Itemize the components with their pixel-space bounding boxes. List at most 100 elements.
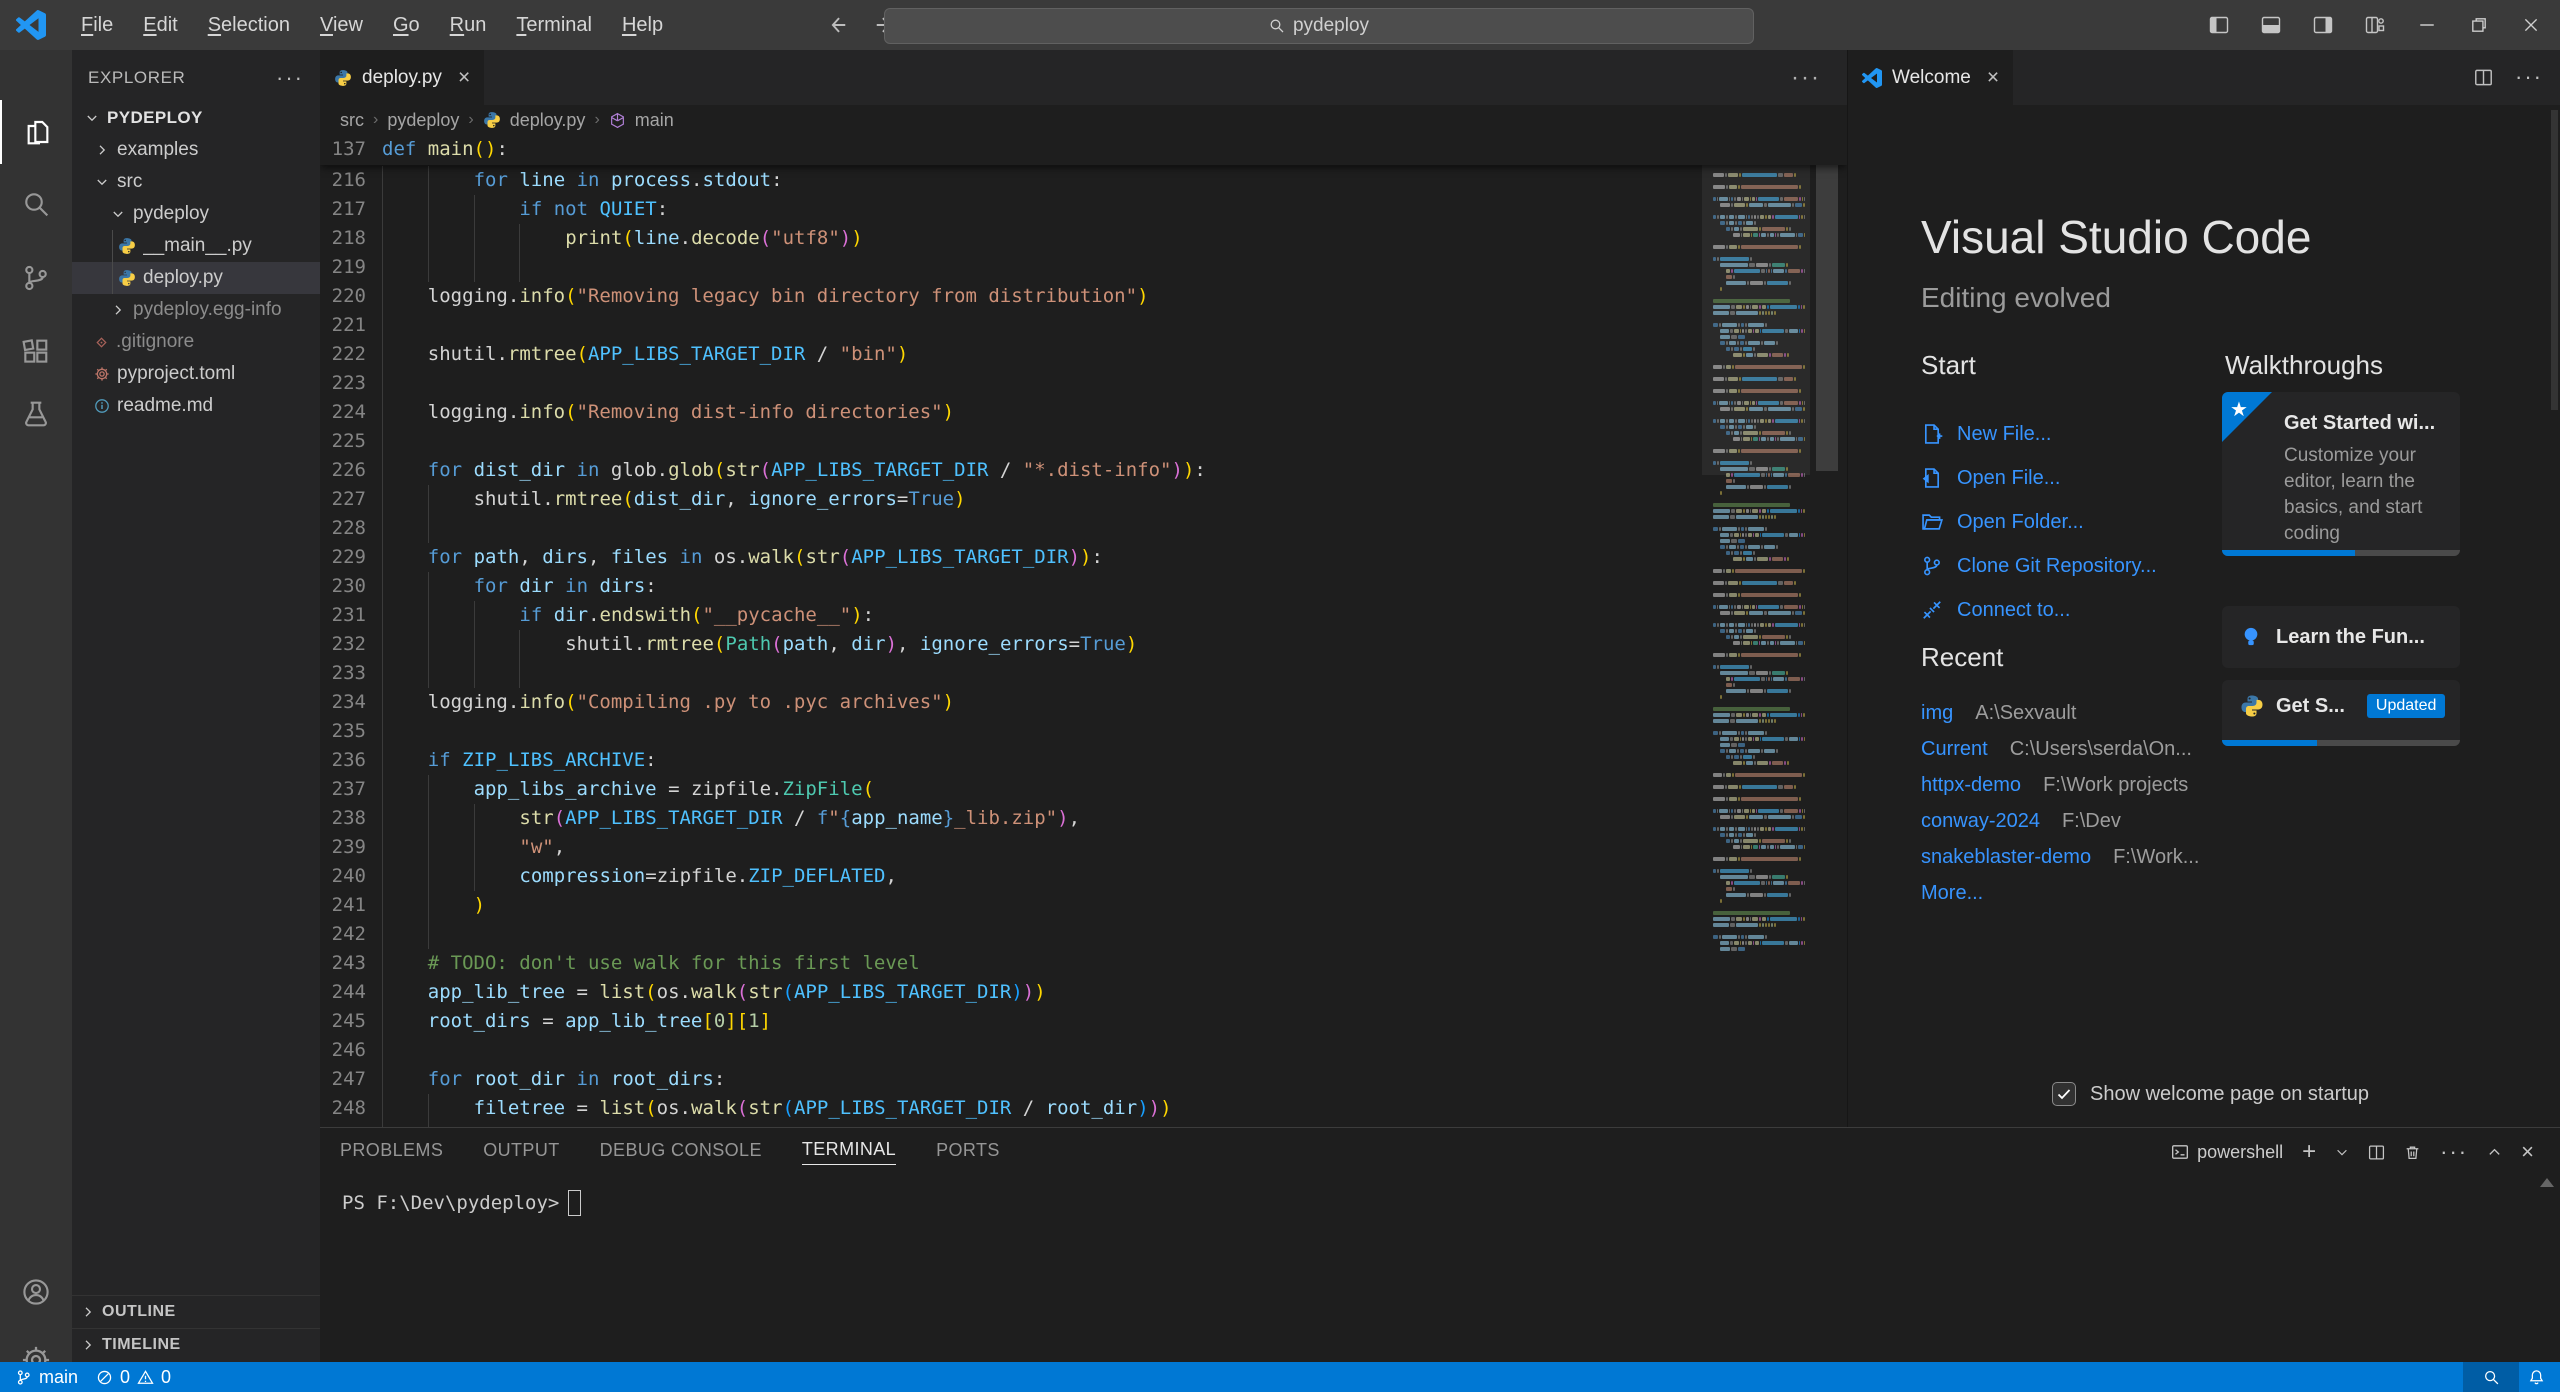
bell-icon xyxy=(2528,1369,2545,1386)
recent-httpx-demo[interactable]: httpx-demoF:\Work projects xyxy=(1921,767,2199,803)
search-activity-icon[interactable] xyxy=(0,172,72,236)
python-file-icon xyxy=(483,111,501,129)
tree-item-readme-md[interactable]: readme.md xyxy=(72,390,342,422)
errors-count: 0 xyxy=(120,1367,130,1388)
more-actions-icon[interactable]: ··· xyxy=(2515,64,2543,90)
start-connect-to[interactable]: Connect to... xyxy=(1921,588,2157,632)
screencast-zoom-item[interactable] xyxy=(2463,1362,2519,1392)
terminal-prompt-line[interactable]: PS F:\Dev\pydeploy> xyxy=(342,1190,581,1216)
branch-status-item[interactable]: main xyxy=(6,1362,87,1392)
breadcrumb-item-main[interactable]: main xyxy=(635,110,674,131)
breadcrumb[interactable]: src›pydeploy›deploy.py›main xyxy=(340,105,674,135)
menu-view[interactable]: View xyxy=(307,10,376,41)
menu-terminal[interactable]: Terminal xyxy=(503,10,605,41)
tree-item-pydeploy-egg-info[interactable]: pydeploy.egg-info xyxy=(72,294,358,326)
terminal-shell-item[interactable]: powershell xyxy=(2171,1142,2283,1163)
tree-item-pydeploy[interactable]: pydeploy xyxy=(72,198,358,230)
start-new-file[interactable]: New File... xyxy=(1921,412,2157,456)
minimize-icon[interactable] xyxy=(2406,5,2448,45)
menu-file[interactable]: File xyxy=(68,10,126,41)
explorer-more-icon[interactable]: ··· xyxy=(276,65,304,91)
code-line-233: 233 xyxy=(320,659,1847,688)
close-window-icon[interactable] xyxy=(2510,5,2552,45)
code-line-223: 223 xyxy=(320,369,1847,398)
code-line-228: 228 xyxy=(320,514,1847,543)
extensions-activity-icon[interactable] xyxy=(0,320,72,384)
breadcrumb-item-pydeploy[interactable]: pydeploy xyxy=(387,110,459,131)
back-icon[interactable] xyxy=(826,14,848,36)
start-open-folder[interactable]: Open Folder... xyxy=(1921,500,2157,544)
notifications-item[interactable] xyxy=(2519,1362,2554,1392)
code-line-244: 244app_lib_tree = list(os.walk(str(APP_L… xyxy=(320,978,1847,1007)
start-open-file[interactable]: Open File... xyxy=(1921,456,2157,500)
walkthrough-card-get-started-python[interactable]: Get S... Updated xyxy=(2222,680,2460,746)
menu-help[interactable]: Help xyxy=(609,10,676,41)
problems-status-item[interactable]: 0 0 xyxy=(87,1362,180,1392)
section-outline[interactable]: OUTLINE xyxy=(72,1295,320,1328)
code-editor[interactable]: 216for line in process.stdout:217if not … xyxy=(320,135,1847,1127)
recent-img[interactable]: imgA:\Sexvault xyxy=(1921,695,2199,731)
menu-go[interactable]: Go xyxy=(380,10,433,41)
terminal-prompt: PS F:\Dev\pydeploy> xyxy=(342,1192,559,1214)
menu-selection[interactable]: Selection xyxy=(195,10,303,41)
warnings-icon xyxy=(137,1369,154,1386)
menu-edit[interactable]: Edit xyxy=(130,10,190,41)
minimap[interactable] xyxy=(1706,137,1806,953)
toggle-sidebar-icon[interactable] xyxy=(2198,5,2240,45)
terminal-scroll-arrow-icon[interactable] xyxy=(2540,1178,2554,1187)
editor-actions-more-icon[interactable]: ··· xyxy=(1791,64,1821,92)
walkthrough-card-get-started[interactable]: ★ Get Started wi... Customize your edito… xyxy=(2222,392,2460,556)
maximize-panel-icon[interactable] xyxy=(2487,1145,2502,1160)
recent-heading: Recent xyxy=(1921,642,2003,673)
recent-snakeblaster-demo[interactable]: snakeblaster-demoF:\Work... xyxy=(1921,839,2199,875)
restore-icon[interactable] xyxy=(2458,5,2500,45)
account-activity-icon[interactable] xyxy=(0,1260,72,1324)
startup-checkbox[interactable] xyxy=(2052,1082,2076,1106)
customize-layout-icon[interactable] xyxy=(2354,5,2396,45)
explorer-activity-icon[interactable] xyxy=(0,100,74,164)
walkthroughs-heading: Walkthroughs xyxy=(2225,350,2383,381)
split-editor-icon[interactable] xyxy=(2474,68,2493,87)
testing-activity-icon[interactable] xyxy=(0,382,72,446)
recent-more[interactable]: More... xyxy=(1921,875,2199,911)
menu-run[interactable]: Run xyxy=(437,10,500,41)
section-timeline[interactable]: TIMELINE xyxy=(72,1328,320,1361)
tree-item-pyproject-toml[interactable]: pyproject.toml xyxy=(72,358,342,390)
panel-tab-debug-console[interactable]: DEBUG CONSOLE xyxy=(600,1140,762,1165)
welcome-scrollbar[interactable] xyxy=(2551,110,2558,410)
breadcrumb-item-deploy-py[interactable]: deploy.py xyxy=(510,110,586,131)
source-control-activity-icon[interactable] xyxy=(0,246,72,310)
new-file-icon xyxy=(1921,423,1943,445)
sticky-scroll-line[interactable]: 137def main(): xyxy=(320,135,1847,165)
kill-terminal-icon[interactable] xyxy=(2404,1144,2421,1161)
panel-tab-problems[interactable]: PROBLEMS xyxy=(340,1140,443,1165)
tree-item--gitignore[interactable]: .gitignore xyxy=(72,326,342,358)
walkthrough-card-learn[interactable]: Learn the Fun... xyxy=(2222,606,2460,668)
command-center-search[interactable]: pydeploy xyxy=(884,8,1754,44)
close-tab-icon[interactable]: × xyxy=(1987,66,1999,90)
tree-root-pydeploy[interactable]: PYDEPLOY xyxy=(72,102,332,134)
breadcrumb-item-src[interactable]: src xyxy=(340,110,364,131)
new-terminal-icon[interactable]: + xyxy=(2302,1138,2316,1166)
start-clone-git-repository[interactable]: Clone Git Repository... xyxy=(1921,544,2157,588)
close-tab-icon[interactable]: × xyxy=(458,66,470,90)
panel-tab-terminal[interactable]: TERMINAL xyxy=(802,1139,896,1165)
panel-tab-output[interactable]: OUTPUT xyxy=(483,1140,559,1165)
terminal-dropdown-icon[interactable] xyxy=(2335,1145,2349,1159)
code-line-238: 238str(APP_LIBS_TARGET_DIR / f"{app_name… xyxy=(320,804,1847,833)
git-branch-icon xyxy=(15,1369,32,1386)
toggle-secondary-sidebar-icon[interactable] xyxy=(2302,5,2344,45)
close-panel-icon[interactable]: × xyxy=(2521,1139,2534,1165)
recent-current[interactable]: CurrentC:\Users\serda\On... xyxy=(1921,731,2199,767)
tab-welcome[interactable]: Welcome × xyxy=(1848,50,2013,105)
recent-conway-2024[interactable]: conway-2024F:\Dev xyxy=(1921,803,2199,839)
panel-tab-ports[interactable]: PORTS xyxy=(936,1140,1000,1165)
breadcrumb-separator: › xyxy=(468,111,473,129)
editor-scrollbar[interactable] xyxy=(1816,139,1838,471)
tree-item-examples[interactable]: examples xyxy=(72,134,342,166)
tab-deploy-py[interactable]: deploy.py × xyxy=(320,50,484,105)
split-terminal-icon[interactable] xyxy=(2368,1144,2385,1161)
panel-more-icon[interactable]: ··· xyxy=(2440,1139,2468,1165)
toggle-panel-icon[interactable] xyxy=(2250,5,2292,45)
tree-item-src[interactable]: src xyxy=(72,166,342,198)
